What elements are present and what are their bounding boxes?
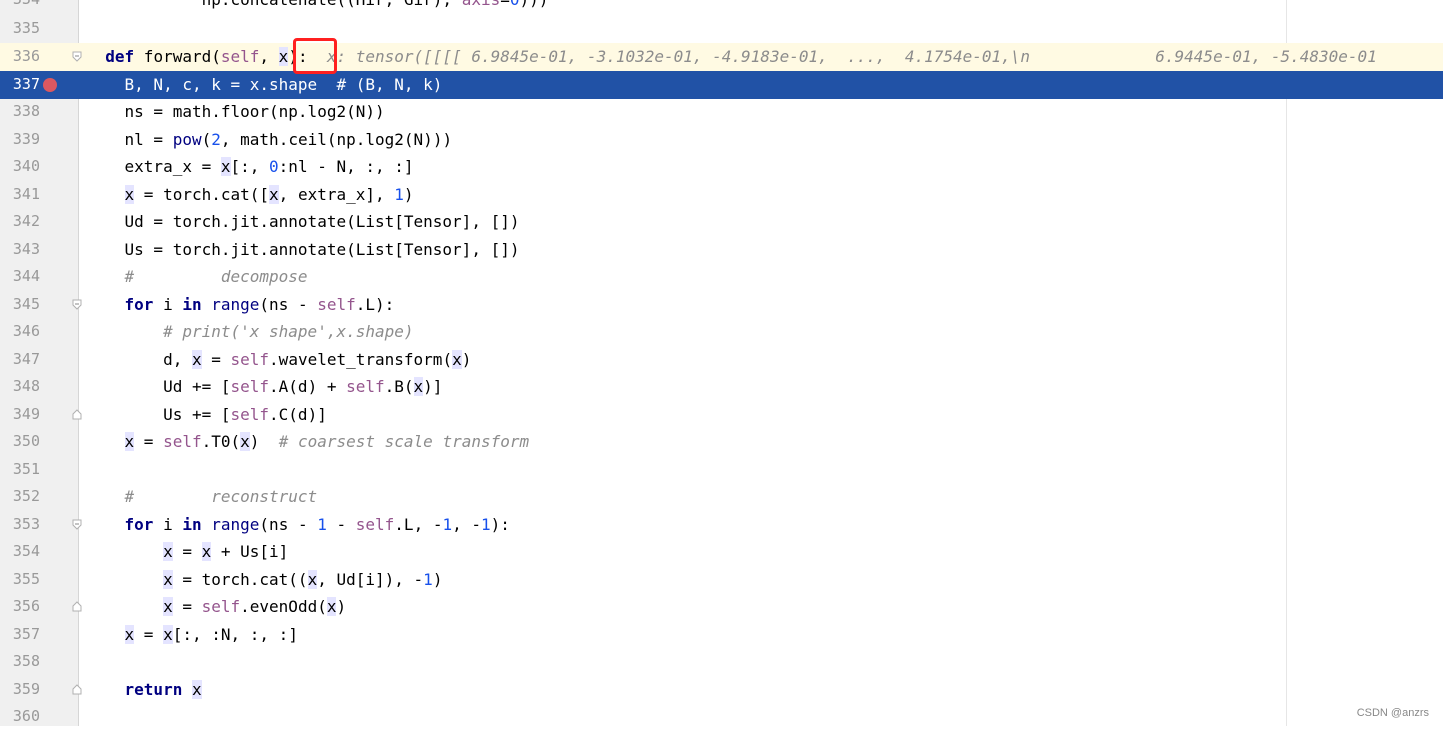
code-text: def forward(self, x): x: tensor([[[[ 6.9… bbox=[105, 47, 1377, 66]
code-line-343[interactable]: 343 Us = torch.jit.annotate(List[Tensor]… bbox=[0, 236, 1443, 264]
code-text: B, N, c, k = x.shape # (B, N, k) bbox=[124, 75, 443, 94]
code-line-359[interactable]: 359 return x bbox=[0, 676, 1443, 704]
code-text: # reconstruct bbox=[124, 487, 318, 506]
code-text: for i in range(ns - 1 - self.L, -1, -1): bbox=[124, 515, 510, 534]
line-number: 348 bbox=[12, 377, 40, 395]
code-text: Us += [self.C(d)] bbox=[163, 405, 327, 424]
code-line-354[interactable]: 354 x = x + Us[i] bbox=[0, 538, 1443, 566]
line-number: 346 bbox=[12, 322, 40, 340]
code-line-352[interactable]: 352 # reconstruct bbox=[0, 483, 1443, 511]
fold-marker-icon[interactable] bbox=[72, 519, 82, 530]
code-line-355[interactable]: 355 x = torch.cat((x, Ud[i]), -1) bbox=[0, 566, 1443, 594]
line-number: 351 bbox=[12, 460, 40, 478]
inline-debug-value[interactable]: x: tensor([[[[ 6.9845e-01, -3.1032e-01, … bbox=[327, 47, 1377, 66]
line-number: 341 bbox=[12, 185, 40, 203]
code-text: return x bbox=[124, 680, 202, 699]
fold-end-icon[interactable] bbox=[72, 601, 82, 612]
fold-end-icon[interactable] bbox=[72, 409, 82, 420]
code-line-341[interactable]: 341 x = torch.cat([x, extra_x], 1) bbox=[0, 181, 1443, 209]
code-line-350[interactable]: 350 x = self.T0(x) # coarsest scale tran… bbox=[0, 428, 1443, 456]
code-text: x = torch.cat([x, extra_x], 1) bbox=[124, 185, 414, 204]
line-number: 359 bbox=[12, 680, 40, 698]
line-number: 353 bbox=[12, 515, 40, 533]
code-line-337[interactable]: 337 B, N, c, k = x.shape # (B, N, k) bbox=[0, 71, 1443, 99]
code-text: for i in range(ns - self.L): bbox=[124, 295, 395, 314]
line-number: 349 bbox=[12, 405, 40, 423]
code-line-345[interactable]: 345 for i in range(ns - self.L): bbox=[0, 291, 1443, 319]
code-text: Us = torch.jit.annotate(List[Tensor], []… bbox=[124, 240, 520, 259]
code-line-358[interactable]: 358 bbox=[0, 648, 1443, 676]
line-number: 334 bbox=[0, 0, 40, 14]
code-text: # print('x shape',x.shape) bbox=[163, 322, 414, 341]
breakpoint-icon[interactable] bbox=[43, 78, 57, 92]
line-number: 339 bbox=[12, 130, 40, 148]
code-text: x = torch.cat((x, Ud[i]), -1) bbox=[163, 570, 443, 589]
watermark: CSDN @anzrs bbox=[1356, 707, 1429, 719]
line-number: 336 bbox=[12, 47, 40, 65]
line-number: 343 bbox=[12, 240, 40, 258]
fold-end-icon[interactable] bbox=[72, 684, 82, 695]
line-number: 354 bbox=[12, 542, 40, 560]
code-line-335[interactable]: 335 bbox=[0, 15, 1443, 43]
line-number: 335 bbox=[12, 19, 40, 37]
line-number: 345 bbox=[12, 295, 40, 313]
code-text: # decompose bbox=[124, 267, 308, 286]
code-text: np.concatenate((Hir, Gir), axis=0))) bbox=[86, 0, 549, 14]
code-line-347[interactable]: 347 d, x = self.wavelet_transform(x) bbox=[0, 346, 1443, 374]
code-line-353[interactable]: 353 for i in range(ns - 1 - self.L, -1, … bbox=[0, 511, 1443, 539]
line-number: 337 bbox=[12, 75, 40, 93]
code-line-360[interactable]: 360 bbox=[0, 703, 1443, 731]
line-number: 355 bbox=[12, 570, 40, 588]
line-number: 352 bbox=[12, 487, 40, 505]
code-line-348[interactable]: 348 Ud += [self.A(d) + self.B(x)] bbox=[0, 373, 1443, 401]
code-text: Ud = torch.jit.annotate(List[Tensor], []… bbox=[124, 212, 520, 231]
line-number: 356 bbox=[12, 597, 40, 615]
code-text: x = self.evenOdd(x) bbox=[163, 597, 347, 616]
code-text: x = x + Us[i] bbox=[163, 542, 289, 561]
line-number: 342 bbox=[12, 212, 40, 230]
line-number: 350 bbox=[12, 432, 40, 450]
line-number: 340 bbox=[12, 157, 40, 175]
line-number: 357 bbox=[12, 625, 40, 643]
line-number: 360 bbox=[12, 707, 40, 725]
code-text: extra_x = x[:, 0:nl - N, :, :] bbox=[124, 157, 414, 176]
code-text: x = x[:, :N, :, :] bbox=[124, 625, 298, 644]
fold-marker-icon[interactable] bbox=[72, 299, 82, 310]
code-line-356[interactable]: 356 x = self.evenOdd(x) bbox=[0, 593, 1443, 621]
code-line-351[interactable]: 351 bbox=[0, 456, 1443, 484]
line-number: 347 bbox=[12, 350, 40, 368]
code-text: Ud += [self.A(d) + self.B(x)] bbox=[163, 377, 443, 396]
code-text: x = self.T0(x) # coarsest scale transfor… bbox=[124, 432, 530, 451]
code-text: ns = math.floor(np.log2(N)) bbox=[124, 102, 385, 121]
code-line-338[interactable]: 338 ns = math.floor(np.log2(N)) bbox=[0, 98, 1443, 126]
code-line-357[interactable]: 357 x = x[:, :N, :, :] bbox=[0, 621, 1443, 649]
line-number: 344 bbox=[12, 267, 40, 285]
annotation-highlight-box bbox=[293, 38, 337, 74]
code-line-339[interactable]: 339 nl = pow(2, math.ceil(np.log2(N))) bbox=[0, 126, 1443, 154]
line-number: 358 bbox=[12, 652, 40, 670]
code-line-342[interactable]: 342 Ud = torch.jit.annotate(List[Tensor]… bbox=[0, 208, 1443, 236]
code-text: nl = pow(2, math.ceil(np.log2(N))) bbox=[124, 130, 453, 149]
code-line-334[interactable]: 334 np.concatenate((Hir, Gir), axis=0))) bbox=[0, 0, 1443, 14]
code-editor[interactable]: 334 np.concatenate((Hir, Gir), axis=0)))… bbox=[0, 0, 1443, 726]
code-line-340[interactable]: 340 extra_x = x[:, 0:nl - N, :, :] bbox=[0, 153, 1443, 181]
line-number: 338 bbox=[12, 102, 40, 120]
code-line-346[interactable]: 346 # print('x shape',x.shape) bbox=[0, 318, 1443, 346]
code-line-344[interactable]: 344 # decompose bbox=[0, 263, 1443, 291]
fold-marker-icon[interactable] bbox=[72, 51, 82, 62]
code-line-336[interactable]: 336 def forward(self, x): x: tensor([[[[… bbox=[0, 43, 1443, 71]
code-text: d, x = self.wavelet_transform(x) bbox=[163, 350, 472, 369]
code-line-349[interactable]: 349 Us += [self.C(d)] bbox=[0, 401, 1443, 429]
